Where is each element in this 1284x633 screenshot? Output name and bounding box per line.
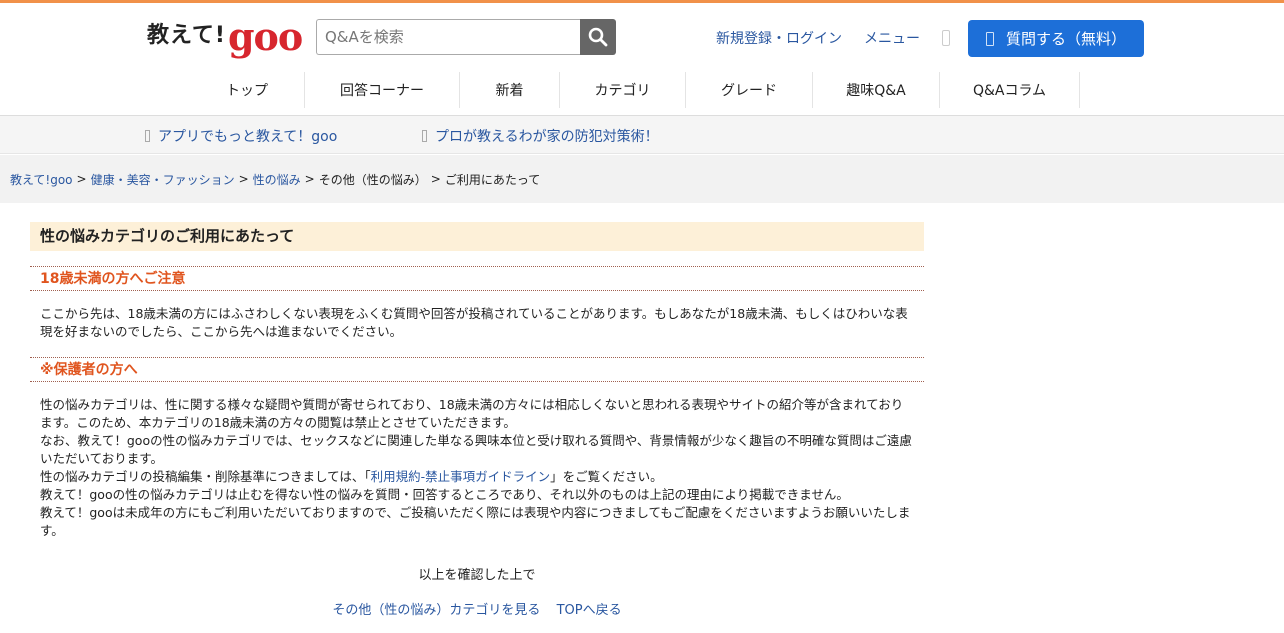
warning-text-under18: ここから先は、18歳未満の方にはふさわしくない表現をふくむ質問や回答が投稿されて…: [40, 306, 908, 339]
breadcrumb-other: その他（性の悩み）: [318, 172, 427, 187]
promo-column-link[interactable]: プロが教えるわが家の防犯対策術！: [422, 126, 659, 146]
promo-bar: アプリでもっと教えて！goo プロが教えるわが家の防犯対策術！: [0, 116, 1284, 154]
guardian-paragraph-3-post: 」をご覧ください。: [550, 469, 663, 484]
breadcrumb-home[interactable]: 教えて!goo: [10, 171, 73, 188]
search-button[interactable]: [580, 19, 616, 55]
menu-link[interactable]: メニュー: [864, 28, 920, 48]
ask-question-button[interactable]: 質問する（無料）: [968, 20, 1144, 57]
notification-icon[interactable]: [942, 30, 950, 46]
page-title: 性の悩みカテゴリのご利用にあたって: [30, 222, 924, 251]
logo-text: 教えて!: [147, 23, 226, 48]
ask-question-label: 質問する（無料）: [1005, 30, 1126, 48]
promo-column-label: プロが教えるわが家の防犯対策術！: [435, 129, 659, 145]
back-top-link[interactable]: TOPへ戻る: [557, 603, 622, 618]
header-links: 新規登録・ログイン メニュー: [716, 28, 950, 48]
promo-app-label: アプリでもっと教えて！goo: [158, 129, 338, 145]
breadcrumb-current: ご利用にあたって: [444, 172, 541, 187]
breadcrumb-sep: >: [238, 172, 249, 186]
promo-app-link[interactable]: アプリでもっと教えて！goo: [145, 126, 337, 146]
breadcrumb-sep: >: [430, 172, 441, 186]
view-category-link[interactable]: その他（性の悩み）カテゴリを見る: [332, 603, 540, 618]
guardian-paragraph-3-pre: 性の悩みカテゴリの投稿編集・削除基準につきましては、「: [40, 469, 371, 484]
guardian-paragraph-3: 性の悩みカテゴリの投稿編集・削除基準につきましては、「利用規約-禁止事項ガイドラ…: [40, 468, 914, 486]
breadcrumb-health[interactable]: 健康・美容・ファッション: [91, 171, 235, 188]
login-link[interactable]: 新規登録・ログイン: [716, 28, 842, 48]
smartphone-icon: [145, 130, 150, 142]
breadcrumb-sep: >: [76, 172, 87, 186]
guardian-paragraph-5: 教えて！gooは未成年の方にもご利用いただいておりますので、ご投稿いただく際には…: [40, 505, 911, 538]
article-icon: [422, 130, 427, 142]
breadcrumb-sex[interactable]: 性の悩み: [253, 171, 301, 188]
guideline-link[interactable]: 利用規約-禁止事項ガイドライン: [371, 469, 551, 484]
guardian-paragraph-2: なお、教えて！gooの性の悩みカテゴリでは、セックスなどに関連した単なる興味本位…: [40, 433, 912, 466]
top-accent-bar: [0, 0, 1284, 3]
search-icon: [588, 27, 608, 47]
search-bar: [316, 19, 616, 55]
action-links: その他（性の悩み）カテゴリを見る TOPへ戻る: [30, 599, 924, 618]
breadcrumb-sep: >: [304, 172, 315, 186]
main-nav: トップ 回答コーナー 新着 カテゴリ グレード 趣味Q&A Q&Aコラム: [190, 72, 1080, 108]
logo-goo: goo: [227, 14, 303, 59]
guardian-notice: 性の悩みカテゴリは、性に関する様々な疑問や質問が寄せられており、18歳未満の方々…: [30, 382, 924, 554]
main-content: 性の悩みカテゴリのご利用にあたって 18歳未満の方へご注意 ここから先は、18歳…: [30, 222, 924, 618]
nav-item-top[interactable]: トップ: [190, 72, 305, 108]
nav-item-column[interactable]: Q&Aコラム: [940, 72, 1080, 108]
breadcrumb: 教えて!goo > 健康・美容・ファッション > 性の悩み > その他（性の悩み…: [0, 155, 1284, 203]
nav-item-grade[interactable]: グレード: [686, 72, 813, 108]
warning-heading-guardian: ※保護者の方へ: [30, 357, 924, 382]
nav-item-answer[interactable]: 回答コーナー: [305, 72, 460, 108]
guardian-paragraph-1: 性の悩みカテゴリは、性に関する様々な疑問や質問が寄せられており、18歳未満の方々…: [40, 397, 904, 430]
nav-item-new[interactable]: 新着: [460, 72, 560, 108]
confirm-text: 以上を確認した上で: [418, 568, 536, 583]
nav-item-hobby[interactable]: 趣味Q&A: [813, 72, 940, 108]
nav-item-category[interactable]: カテゴリ: [560, 72, 686, 108]
pencil-icon: [985, 31, 994, 46]
warning-heading-under18: 18歳未満の方へご注意: [30, 266, 924, 291]
site-logo[interactable]: 教えて! goo: [147, 14, 303, 59]
guardian-paragraph-4: 教えて！gooの性の悩みカテゴリは止むを得ない性の悩みを質問・回答するところであ…: [40, 487, 849, 502]
search-input[interactable]: [316, 19, 580, 55]
